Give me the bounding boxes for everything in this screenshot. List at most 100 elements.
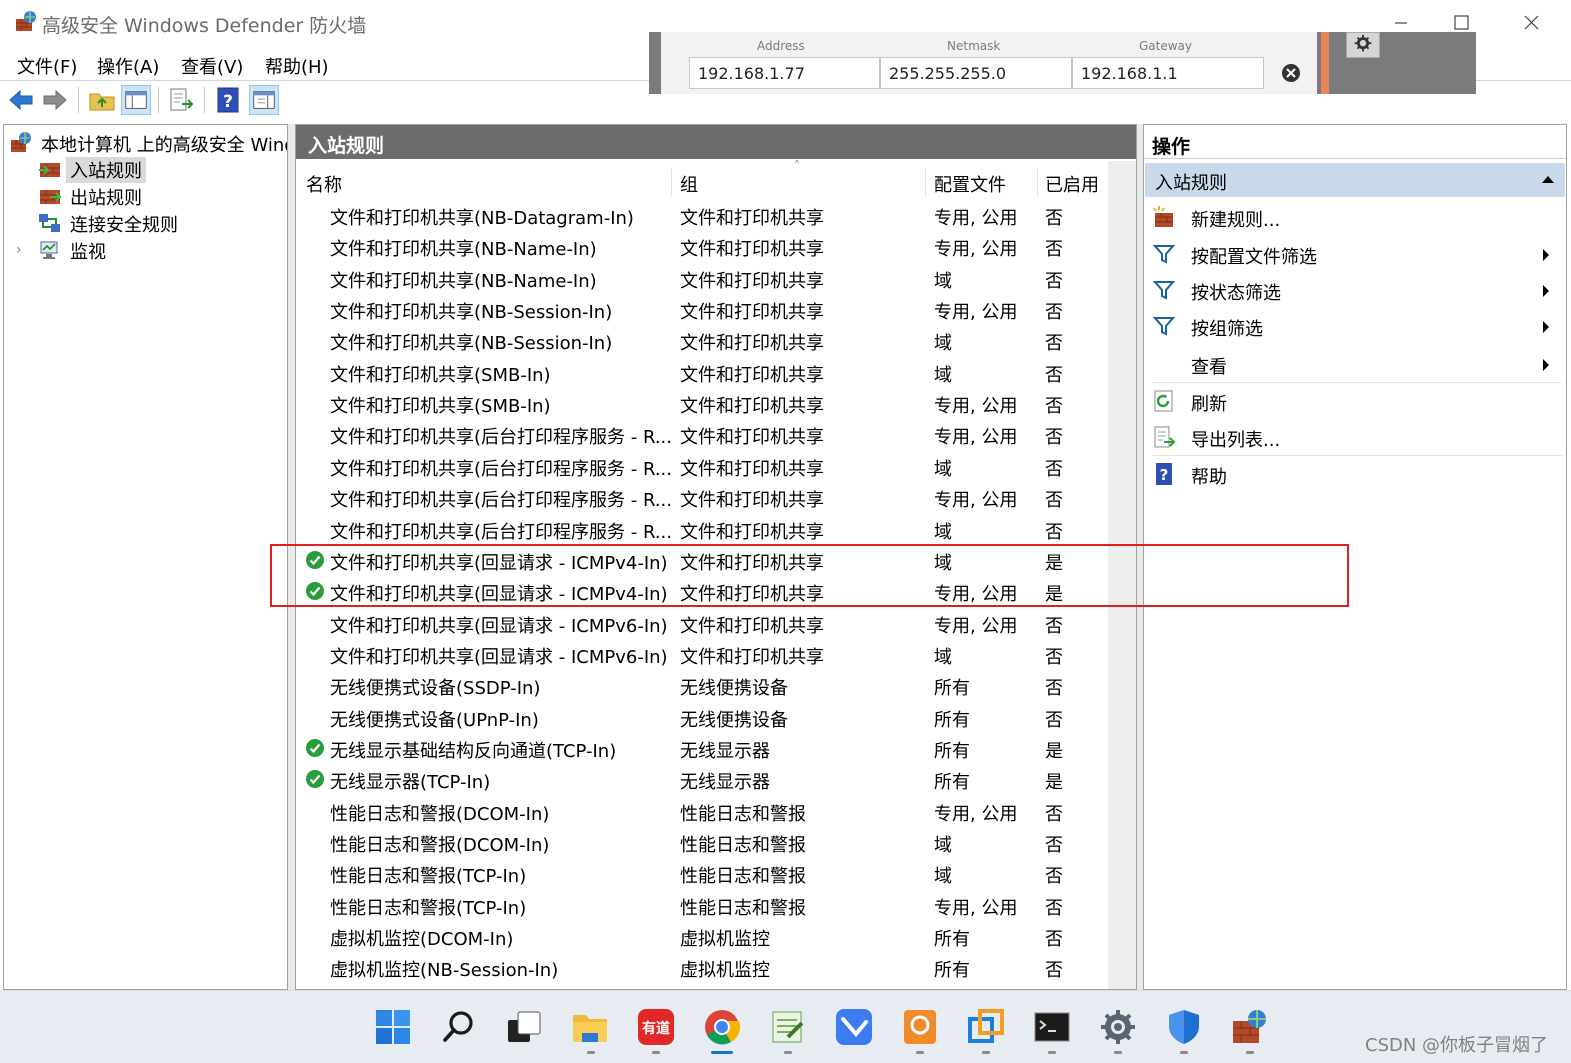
- action-item[interactable]: 查看: [1144, 346, 1566, 382]
- column-header-enabled[interactable]: 已启用: [1045, 171, 1099, 197]
- action-item[interactable]: 刷新: [1144, 383, 1566, 419]
- chrome-icon[interactable]: [702, 1007, 742, 1047]
- help-icon[interactable]: ?: [213, 85, 243, 115]
- table-row[interactable]: 文件和打印机共享(SMB-In) 文件和打印机共享 专用, 公用 否: [296, 388, 1108, 419]
- table-row[interactable]: 文件和打印机共享(NB-Datagram-In) 文件和打印机共享 专用, 公用 否: [296, 200, 1108, 231]
- table-row[interactable]: 文件和打印机共享(NB-Name-In) 文件和打印机共享 域 否: [296, 263, 1108, 294]
- rule-group: 性能日志和警报: [680, 803, 806, 825]
- virtualbox-icon[interactable]: [966, 1007, 1006, 1047]
- pdf-icon[interactable]: [900, 1007, 940, 1047]
- show-hide-tree-icon[interactable]: [121, 85, 151, 115]
- youdao-icon[interactable]: 有道: [636, 1007, 676, 1047]
- rule-group: 虚拟机监控: [680, 929, 770, 951]
- clear-icon[interactable]: [1278, 60, 1304, 86]
- collapse-up-icon[interactable]: [1541, 174, 1555, 184]
- action-label: 帮助: [1191, 467, 1227, 488]
- table-row[interactable]: 性能日志和警报(DCOM-In) 性能日志和警报 域 否: [296, 827, 1108, 858]
- table-row[interactable]: 虚拟机监控(NB-Session-In) 虚拟机监控 所有 否: [296, 952, 1108, 983]
- show-hide-action-pane-icon[interactable]: [249, 85, 279, 115]
- table-row[interactable]: 无线显示器(TCP-In) 无线显示器 所有 是: [296, 764, 1108, 795]
- chevron-right-icon[interactable]: ›: [16, 242, 22, 258]
- rule-enabled: 否: [1045, 490, 1063, 512]
- firewall-app-icon: [16, 11, 36, 31]
- tree-item-outbound-rules[interactable]: 出站规则: [70, 184, 142, 210]
- feishu-icon[interactable]: [834, 1007, 874, 1047]
- tree-item-connection-security[interactable]: 连接安全规则: [70, 211, 178, 237]
- column-header-name[interactable]: 名称: [306, 171, 342, 197]
- table-row[interactable]: 性能日志和警报(DCOM-In) 性能日志和警报 专用, 公用 否: [296, 796, 1108, 827]
- rule-profile: 域: [934, 270, 952, 292]
- tree-root[interactable]: 本地计算机 上的高级安全 Windows Defender 防火墙: [41, 131, 287, 157]
- table-row[interactable]: 文件和打印机共享(后台打印程序服务 - R... 文件和打印机共享 域 否: [296, 514, 1108, 545]
- rules-list-title: 入站规则: [296, 125, 1136, 159]
- table-row[interactable]: 文件和打印机共享(NB-Name-In) 文件和打印机共享 专用, 公用 否: [296, 231, 1108, 262]
- file-explorer-icon[interactable]: [570, 1007, 610, 1047]
- filter-icon: [1152, 245, 1176, 264]
- table-row[interactable]: 无线便携式设备(UPnP-In) 无线便携设备 所有 否: [296, 702, 1108, 733]
- menu-help[interactable]: 帮助(H): [265, 53, 329, 79]
- table-row[interactable]: 文件和打印机共享(后台打印程序服务 - R... 文件和打印机共享 域 否: [296, 451, 1108, 482]
- action-item[interactable]: 按组筛选: [1144, 308, 1566, 344]
- action-item[interactable]: 导出列表...: [1144, 419, 1566, 455]
- action-item[interactable]: 新建规则...: [1144, 199, 1566, 235]
- column-separator[interactable]: [1037, 169, 1038, 197]
- table-row[interactable]: 性能日志和警报(TCP-In) 性能日志和警报 专用, 公用 否: [296, 890, 1108, 921]
- column-separator[interactable]: [671, 169, 672, 197]
- rule-name: 文件和打印机共享(NB-Session-In): [330, 333, 613, 355]
- menu-file[interactable]: 文件(F): [17, 53, 77, 79]
- table-row[interactable]: 文件和打印机共享(NB-Session-In) 文件和打印机共享 域 否: [296, 325, 1108, 356]
- menu-action[interactable]: 操作(A): [97, 53, 159, 79]
- defender-icon[interactable]: [1164, 1007, 1204, 1047]
- actions-section-inbound-rules[interactable]: 入站规则: [1145, 163, 1565, 197]
- rule-name: 性能日志和警报(TCP-In): [330, 897, 527, 919]
- table-row[interactable]: 文件和打印机共享(NB-Session-In) 文件和打印机共享 专用, 公用 否: [296, 294, 1108, 325]
- action-item[interactable]: ? 帮助: [1144, 456, 1566, 492]
- start-icon[interactable]: [373, 1007, 413, 1047]
- netmask-field[interactable]: 255.255.255.0: [880, 57, 1072, 89]
- menu-view[interactable]: 查看(V): [181, 53, 243, 79]
- settings-icon[interactable]: [1098, 1007, 1138, 1047]
- table-row[interactable]: 文件和打印机共享(回显请求 - ICMPv6-In) 文件和打印机共享 专用, 公用…: [296, 608, 1108, 639]
- table-row[interactable]: 文件和打印机共享(回显请求 - ICMPv6-In) 文件和打印机共享 域 否: [296, 639, 1108, 670]
- back-arrow-icon[interactable]: [6, 85, 36, 115]
- column-separator[interactable]: [925, 169, 926, 197]
- column-header-profile[interactable]: 配置文件: [934, 171, 1006, 197]
- export-icon[interactable]: [166, 85, 196, 115]
- rule-enabled: 是: [1045, 740, 1063, 762]
- rule-group: 无线显示器: [680, 740, 770, 762]
- rule-name: 文件和打印机共享(SMB-In): [330, 364, 551, 386]
- action-item[interactable]: 按状态筛选: [1144, 272, 1566, 308]
- notepad-icon[interactable]: [768, 1007, 808, 1047]
- forward-arrow-icon[interactable]: [40, 85, 70, 115]
- rule-enabled: 否: [1045, 333, 1063, 355]
- rule-profile: 所有: [934, 709, 970, 731]
- table-row[interactable]: 文件和打印机共享(后台打印程序服务 - R... 文件和打印机共享 专用, 公用 否: [296, 482, 1108, 513]
- running-indicator: [652, 1051, 660, 1054]
- table-row[interactable]: 文件和打印机共享(SMB-In) 文件和打印机共享 域 否: [296, 357, 1108, 388]
- monitor-icon: [40, 241, 58, 259]
- tree-item-monitoring[interactable]: 监视: [70, 238, 106, 264]
- column-header-group[interactable]: 组: [680, 171, 698, 197]
- action-item[interactable]: 按配置文件筛选: [1144, 236, 1566, 272]
- up-folder-icon[interactable]: [87, 85, 117, 115]
- search-icon[interactable]: [439, 1007, 479, 1047]
- running-indicator: [1246, 1051, 1254, 1054]
- close-button[interactable]: [1511, 8, 1551, 38]
- terminal-icon[interactable]: [1032, 1007, 1072, 1047]
- table-row[interactable]: 无线显示基础结构反向通道(TCP-In) 无线显示器 所有 是: [296, 733, 1108, 764]
- table-row[interactable]: 虚拟机监控(DCOM-In) 虚拟机监控 所有 否: [296, 921, 1108, 952]
- firewall-icon[interactable]: [1230, 1007, 1270, 1047]
- watermark-text: CSDN @你板子冒烟了: [1365, 1035, 1549, 1056]
- rule-profile: 专用, 公用: [934, 427, 1018, 449]
- table-row[interactable]: 无线便携式设备(SSDP-In) 无线便携设备 所有 否: [296, 670, 1108, 701]
- action-label: 按组筛选: [1191, 319, 1263, 340]
- address-field[interactable]: 192.168.1.77: [689, 57, 880, 89]
- task-view-icon[interactable]: [504, 1007, 544, 1047]
- gateway-field[interactable]: 192.168.1.1: [1072, 57, 1264, 89]
- tree-item-inbound-rules[interactable]: 入站规则: [66, 157, 146, 183]
- table-row[interactable]: 性能日志和警报(TCP-In) 性能日志和警报 域 否: [296, 858, 1108, 889]
- running-indicator: [587, 1051, 595, 1054]
- gear-icon[interactable]: [1346, 32, 1380, 58]
- outbound-rules-icon: [40, 190, 62, 204]
- table-row[interactable]: 文件和打印机共享(后台打印程序服务 - R... 文件和打印机共享 专用, 公用 否: [296, 419, 1108, 450]
